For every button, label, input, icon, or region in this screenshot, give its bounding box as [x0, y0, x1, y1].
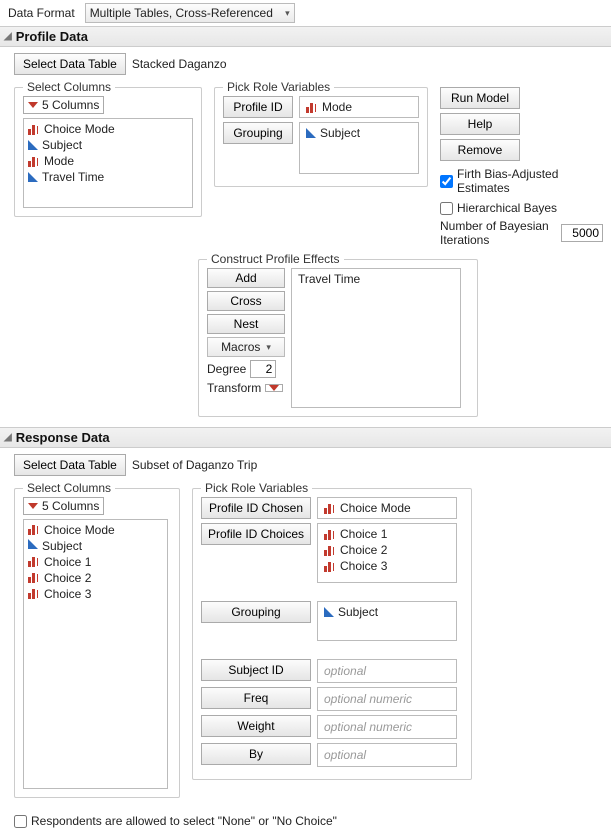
profile-id-drop[interactable]: Mode: [299, 96, 419, 118]
red-down-icon: [269, 385, 279, 391]
nominal-icon: [324, 560, 336, 572]
weight-button[interactable]: Weight: [201, 715, 311, 737]
list-item[interactable]: Subject: [24, 137, 192, 153]
profile-id-button[interactable]: Profile ID: [223, 96, 293, 118]
nominal-icon: [28, 571, 40, 583]
chevron-down-icon: ▾: [285, 8, 290, 19]
weight-drop[interactable]: optional numeric: [317, 715, 457, 739]
grouping-button[interactable]: Grouping: [223, 122, 293, 144]
list-item[interactable]: Choice 2: [24, 570, 167, 586]
freq-button[interactable]: Freq: [201, 687, 311, 709]
effects-add-button[interactable]: Add: [207, 268, 285, 288]
data-format-select[interactable]: Multiple Tables, Cross-Referenced ▾: [85, 3, 295, 23]
columns-count-label: 5 Columns: [42, 98, 99, 112]
select-data-table-button-response[interactable]: Select Data Table: [14, 454, 126, 476]
columns-menu[interactable]: 5 Columns: [23, 96, 104, 114]
continuous-icon: [306, 128, 316, 138]
continuous-icon: [324, 607, 334, 617]
chevron-down-icon: ▾: [266, 342, 271, 353]
degree-input[interactable]: [250, 360, 276, 378]
list-item[interactable]: Choice 1: [24, 554, 167, 570]
hbayes-label: Hierarchical Bayes: [457, 201, 557, 215]
profile-data-title: Profile Data: [16, 29, 88, 44]
run-model-button[interactable]: Run Model: [440, 87, 520, 109]
grouping-drop[interactable]: Subject: [299, 122, 419, 174]
data-format-value: Multiple Tables, Cross-Referenced: [90, 6, 273, 20]
select-columns-legend: Select Columns: [23, 80, 115, 94]
response-columns-list[interactable]: Choice Mode Subject Choice 1 Choice 2 Ch…: [23, 519, 168, 789]
effects-cross-button[interactable]: Cross: [207, 291, 285, 311]
nominal-icon: [324, 544, 336, 556]
list-item[interactable]: Choice 3: [24, 586, 167, 602]
response-data-header[interactable]: ◢ Response Data: [0, 427, 611, 448]
red-down-icon: [28, 102, 38, 108]
none-choice-label: Respondents are allowed to select "None"…: [31, 814, 337, 828]
nominal-icon: [28, 155, 40, 167]
degree-label: Degree: [207, 362, 246, 376]
profile-id-choices-drop[interactable]: Choice 1 Choice 2 Choice 3: [317, 523, 457, 583]
effects-list[interactable]: Travel Time: [291, 268, 461, 408]
by-drop[interactable]: optional: [317, 743, 457, 767]
nominal-icon: [324, 528, 336, 540]
continuous-icon: [28, 140, 38, 150]
hbayes-checkbox[interactable]: [440, 202, 453, 215]
select-data-table-button[interactable]: Select Data Table: [14, 53, 126, 75]
list-item[interactable]: Choice Mode: [24, 121, 192, 137]
effects-legend: Construct Profile Effects: [207, 252, 344, 266]
grouping-button-response[interactable]: Grouping: [201, 601, 311, 623]
selected-table-name-response: Subset of Daganzo Trip: [132, 458, 257, 472]
pick-roles-legend-response: Pick Role Variables: [201, 481, 312, 495]
profile-id-chosen-button[interactable]: Profile ID Chosen: [201, 497, 311, 519]
help-button[interactable]: Help: [440, 113, 520, 135]
nominal-icon: [324, 502, 336, 514]
bayes-iter-label: Number of Bayesian Iterations: [440, 219, 555, 247]
red-down-icon: [28, 503, 38, 509]
continuous-icon: [28, 172, 38, 182]
columns-menu-response[interactable]: 5 Columns: [23, 497, 104, 515]
disclosure-icon: ◢: [4, 31, 12, 42]
firth-label: Firth Bias-Adjusted Estimates: [457, 167, 603, 195]
subject-id-drop[interactable]: optional: [317, 659, 457, 683]
nominal-icon: [28, 587, 40, 599]
firth-checkbox[interactable]: [440, 175, 453, 188]
list-item[interactable]: Subject: [24, 538, 167, 554]
freq-drop[interactable]: optional numeric: [317, 687, 457, 711]
nominal-icon: [28, 123, 40, 135]
list-item[interactable]: Travel Time: [294, 271, 458, 287]
none-choice-checkbox[interactable]: [14, 815, 27, 828]
profile-id-choices-button[interactable]: Profile ID Choices: [201, 523, 311, 545]
profile-data-header[interactable]: ◢ Profile Data: [0, 26, 611, 47]
effects-macros-menu[interactable]: Macros ▾: [207, 337, 285, 357]
disclosure-icon: ◢: [4, 432, 12, 443]
nominal-icon: [306, 101, 318, 113]
transform-label: Transform: [207, 381, 261, 395]
columns-count-label-response: 5 Columns: [42, 499, 99, 513]
profile-id-chosen-drop[interactable]: Choice Mode: [317, 497, 457, 519]
response-data-title: Response Data: [16, 430, 110, 445]
selected-table-name: Stacked Daganzo: [132, 57, 227, 71]
list-item[interactable]: Choice Mode: [24, 522, 167, 538]
continuous-icon: [28, 539, 38, 549]
remove-button[interactable]: Remove: [440, 139, 520, 161]
select-columns-legend-response: Select Columns: [23, 481, 115, 495]
transform-menu[interactable]: [265, 384, 283, 392]
by-button[interactable]: By: [201, 743, 311, 765]
profile-columns-list[interactable]: Choice Mode Subject Mode Travel Time: [23, 118, 193, 208]
bayes-iter-input[interactable]: [561, 224, 603, 242]
subject-id-button[interactable]: Subject ID: [201, 659, 311, 681]
data-format-label: Data Format: [4, 4, 79, 22]
nominal-icon: [28, 523, 40, 535]
pick-roles-legend: Pick Role Variables: [223, 80, 334, 94]
nominal-icon: [28, 555, 40, 567]
list-item[interactable]: Mode: [24, 153, 192, 169]
effects-nest-button[interactable]: Nest: [207, 314, 285, 334]
list-item[interactable]: Travel Time: [24, 169, 192, 185]
grouping-drop-response[interactable]: Subject: [317, 601, 457, 641]
